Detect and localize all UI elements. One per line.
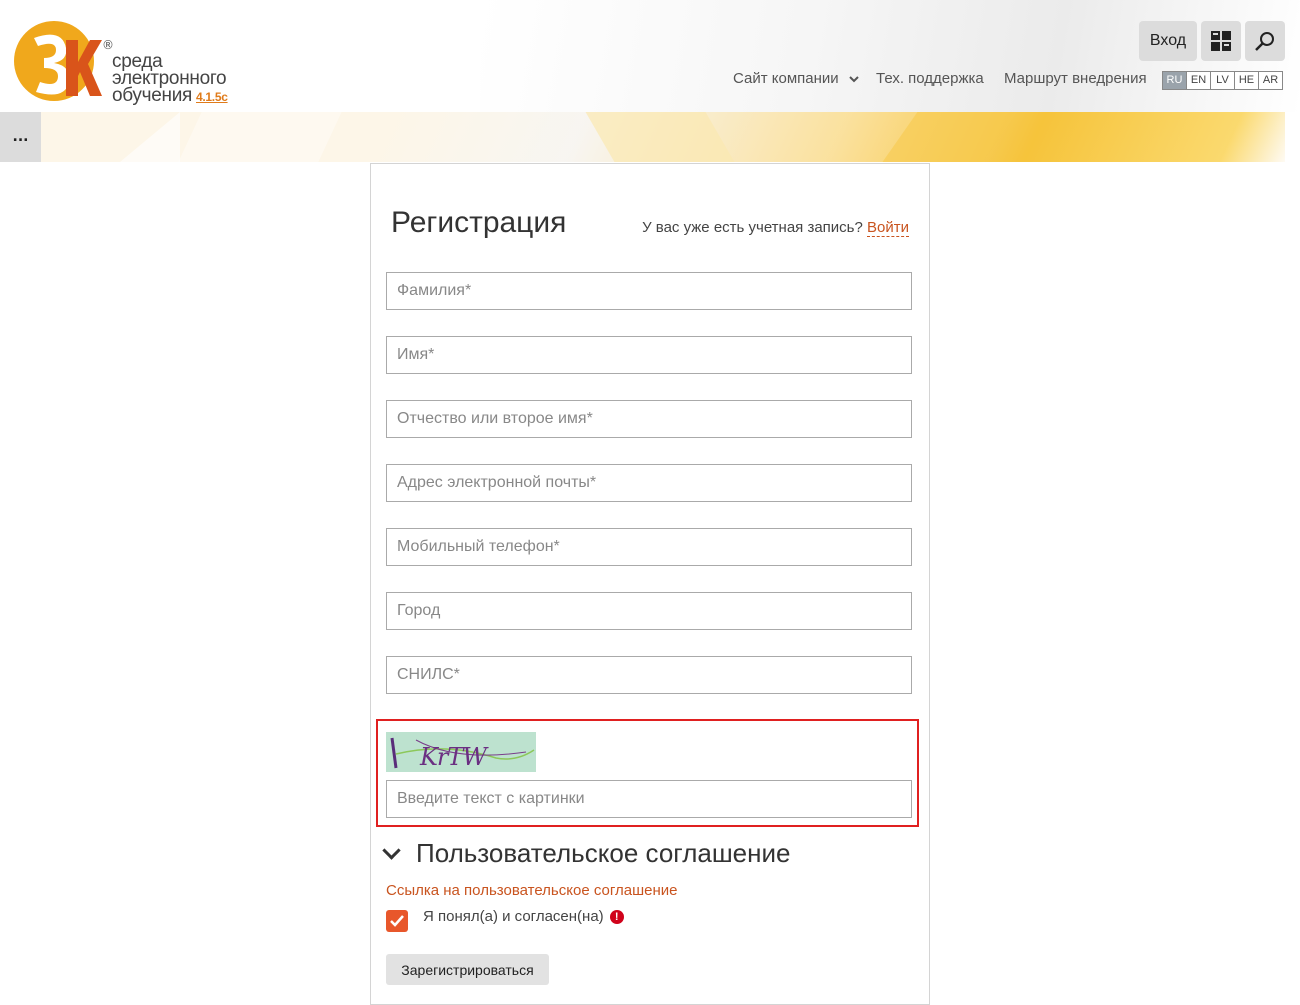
lang-ar[interactable]: AR (1258, 72, 1282, 89)
login-button[interactable]: Вход (1139, 21, 1197, 61)
nav-support[interactable]: Тех. поддержка (876, 70, 984, 87)
lang-he[interactable]: HE (1234, 72, 1258, 89)
have-account-text: У вас уже есть учетная запись? Войти (642, 219, 909, 237)
chevron-down-icon (382, 841, 401, 860)
logo-line-3-text: обучения (112, 85, 192, 106)
lang-en[interactable]: EN (1186, 72, 1210, 89)
banner-shape (178, 112, 342, 162)
have-account-label: У вас уже есть учетная запись? (642, 219, 863, 236)
page-title: Регистрация (391, 206, 567, 239)
login-link[interactable]: Войти (867, 219, 909, 237)
logo-version: 4.1.5c (196, 90, 228, 104)
city-field[interactable] (386, 592, 912, 630)
captcha-drawing: KrTW (390, 737, 535, 771)
logo-line-3: обучения 4.1.5c (112, 85, 228, 106)
lang-lv[interactable]: LV (1210, 72, 1234, 89)
captcha-text: KrTW (419, 743, 489, 771)
search-icon (1255, 32, 1274, 51)
language-switcher: RU EN LV HE AR (1162, 71, 1283, 90)
register-button[interactable]: Зарегистрироваться (386, 954, 549, 985)
banner-shape (120, 112, 180, 162)
banner-shape (882, 112, 1018, 162)
checkmark-icon (390, 915, 404, 927)
registered-mark: ® (102, 38, 114, 52)
email-field[interactable] (386, 464, 912, 502)
registration-panel: Регистрация У вас уже есть учетная запис… (370, 163, 930, 1005)
agreement-toggle[interactable]: Пользовательское соглашение (381, 838, 791, 869)
agreement-link[interactable]: Ссылка на пользовательское соглашение (386, 882, 677, 899)
agreement-heading: Пользовательское соглашение (416, 838, 791, 868)
sidebar-toggle-button[interactable]: ... (0, 112, 41, 162)
nav-implementation-route[interactable]: Маршрут внедрения (1004, 70, 1147, 87)
lang-ru[interactable]: RU (1163, 72, 1186, 89)
required-warning-icon: ! (609, 910, 624, 924)
banner-shape (585, 112, 735, 162)
logo-text: среда электронного обучения 4.1.5c (112, 52, 228, 106)
agree-label: Я понял(а) и согласен(на)! (423, 908, 624, 925)
agree-label-text: Я понял(а) и согласен(на) (423, 908, 604, 925)
search-button[interactable] (1245, 21, 1285, 61)
phone-field[interactable] (386, 528, 912, 566)
agree-checkbox[interactable] (386, 910, 408, 932)
logo[interactable]: ® среда электронного обучения 4.1.5c (14, 18, 234, 106)
captcha-input[interactable] (386, 780, 912, 818)
logo-3k-icon (14, 21, 102, 101)
middle-name-field[interactable] (386, 400, 912, 438)
chevron-down-icon (849, 76, 859, 83)
snils-field[interactable] (386, 656, 912, 694)
grid-icon (1211, 31, 1231, 51)
apps-button[interactable] (1201, 21, 1241, 61)
nav-company-site[interactable]: Сайт компании (733, 70, 859, 87)
first-name-field[interactable] (386, 336, 912, 374)
banner (0, 112, 1285, 162)
nav-company-site-label: Сайт компании (733, 70, 839, 87)
header: ® среда электронного обучения 4.1.5c Вход… (0, 0, 1300, 112)
captcha-image: KrTW (386, 732, 536, 772)
last-name-field[interactable] (386, 272, 912, 310)
